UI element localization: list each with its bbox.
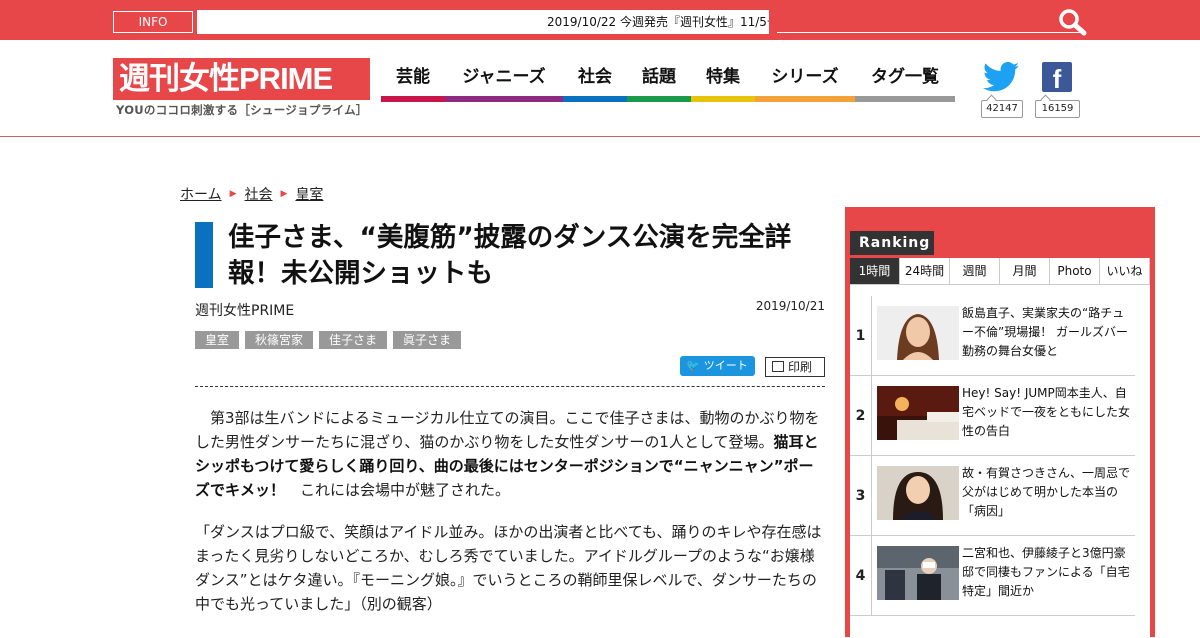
article-thumbnail[interactable] — [877, 546, 959, 600]
nav-topics[interactable]: 話題 — [627, 60, 691, 102]
list-item[interactable]: 1 飯島直子、実業家夫の“路チュー不倫”現場撮！ ガールズバー勤務の舞台女優と — [850, 296, 1135, 376]
tag-item[interactable]: 眞子さま — [393, 331, 462, 349]
ranking-list: 1 飯島直子、実業家夫の“路チュー不倫”現場撮！ ガールズバー勤務の舞台女優と … — [850, 296, 1135, 616]
main-nav: 芸能 ジャニーズ 社会 話題 特集 シリーズ タグ一覧 — [381, 60, 955, 102]
twitter-count: 42147 — [981, 100, 1023, 118]
rank-number: 2 — [850, 376, 872, 456]
news-ticker[interactable]: 2019/10/22 今週発売『週刊女性』11/5号( — [197, 10, 769, 34]
search-input[interactable] — [777, 32, 1086, 33]
site-logo[interactable]: 週刊女性PRIME — [113, 58, 370, 100]
ranking-headline[interactable]: 飯島直子、実業家夫の“路チュー不倫”現場撮！ ガールズバー勤務の舞台女優と — [962, 304, 1134, 361]
facebook-icon[interactable]: f — [1042, 62, 1072, 94]
breadcrumb-home[interactable]: ホーム — [180, 184, 222, 204]
tag-item[interactable]: 秋篠宮家 — [245, 331, 314, 349]
article-paragraph: 「ダンスはプロ級で、笑顔はアイドル並み。ほかの出演者と比べても、踊りのキレや存在… — [195, 523, 822, 613]
logo-tagline: YOUのココロ刺激する［シュージョプライム］ — [116, 103, 368, 117]
breadcrumb-arrow-icon: ▶ — [229, 189, 237, 199]
list-item[interactable]: 4 二宮和也、伊藤綾子と3億円豪邸で同棲もファンによる「自宅特定」間近か — [850, 536, 1135, 616]
list-item[interactable]: 3 故・有賀さつきさん、一周忌で父がはじめて明かした本当の「病因」 — [850, 456, 1135, 536]
tag-item[interactable]: 皇室 — [195, 331, 240, 349]
article-date: 2019/10/21 — [755, 299, 825, 313]
twitter-bird-icon: 🐦 — [686, 359, 700, 372]
article-source: 週刊女性PRIME — [195, 303, 295, 319]
nav-society[interactable]: 社会 — [563, 60, 627, 102]
tab-likes[interactable]: いいね — [1100, 258, 1150, 284]
nav-entertainment[interactable]: 芸能 — [381, 60, 445, 102]
ranking-headline[interactable]: Hey! Say! JUMP岡本圭人、自宅ベッドで一夜をともにした女性の告白 — [962, 384, 1134, 441]
twitter-icon[interactable] — [982, 62, 1020, 92]
print-label: 印刷 — [788, 360, 813, 374]
article-title: 佳子さま、“美腹筋”披露のダンス公演を完全詳報！未公開ショットも — [228, 222, 792, 289]
tab-1hour[interactable]: 1時間 — [850, 258, 900, 284]
tag-item[interactable]: 佳子さま — [319, 331, 388, 349]
article-paragraph: 第3部は生バンドによるミュージカル仕立ての演目。ここで佳子さまは、動物のかぶり物… — [195, 409, 820, 499]
breadcrumb-imperial[interactable]: 皇室 — [295, 184, 323, 204]
article-divider — [195, 386, 825, 387]
facebook-count: 16159 — [1035, 100, 1080, 118]
tag-list: 皇室 秋篠宮家 佳子さま 眞子さま — [195, 331, 462, 349]
header-divider — [0, 136, 1200, 137]
ranking-headline[interactable]: 故・有賀さつきさん、一周忌で父がはじめて明かした本当の「病因」 — [962, 464, 1134, 521]
rank-number: 1 — [850, 296, 872, 376]
article-thumbnail[interactable] — [877, 466, 959, 520]
tab-monthly[interactable]: 月間 — [1000, 258, 1050, 284]
tab-weekly[interactable]: 週間 — [950, 258, 1000, 284]
article-body: 第3部は生バンドによるミュージカル仕立ての演目。ここで佳子さまは、動物のかぶり物… — [195, 406, 825, 634]
list-item[interactable]: 2 Hey! Say! JUMP岡本圭人、自宅ベッドで一夜をともにした女性の告白 — [850, 376, 1135, 456]
nav-johnnys[interactable]: ジャニーズ — [445, 60, 563, 102]
breadcrumb-society[interactable]: 社会 — [245, 184, 273, 204]
nav-features[interactable]: 特集 — [691, 60, 755, 102]
title-accent-bar — [195, 222, 213, 288]
tweet-label: ツイート — [703, 359, 748, 372]
search-icon[interactable] — [1058, 8, 1088, 36]
article-thumbnail[interactable] — [877, 386, 959, 440]
printer-icon — [772, 361, 784, 372]
top-bar: INFO 2019/10/22 今週発売『週刊女性』11/5号( — [0, 0, 1200, 40]
tab-24hours[interactable]: 24時間 — [900, 258, 950, 284]
tweet-button[interactable]: 🐦 ツイート — [680, 356, 755, 376]
print-button[interactable]: 印刷 — [765, 357, 825, 377]
nav-tags[interactable]: タグ一覧 — [855, 60, 955, 102]
ranking-headline[interactable]: 二宮和也、伊藤綾子と3億円豪邸で同棲もファンによる「自宅特定」間近か — [962, 544, 1134, 601]
ranking-title: Ranking — [850, 231, 934, 255]
nav-series[interactable]: シリーズ — [755, 60, 855, 102]
info-button[interactable]: INFO — [113, 11, 193, 33]
breadcrumb: ホーム ▶ 社会 ▶ 皇室 — [180, 184, 323, 204]
tab-photo[interactable]: Photo — [1050, 258, 1100, 284]
breadcrumb-arrow-icon: ▶ — [280, 189, 288, 199]
article-thumbnail[interactable] — [877, 306, 959, 360]
rank-number: 4 — [850, 536, 872, 616]
ranking-tabs: 1時間 24時間 週間 月間 Photo いいね — [850, 258, 1150, 285]
rank-number: 3 — [850, 456, 872, 536]
